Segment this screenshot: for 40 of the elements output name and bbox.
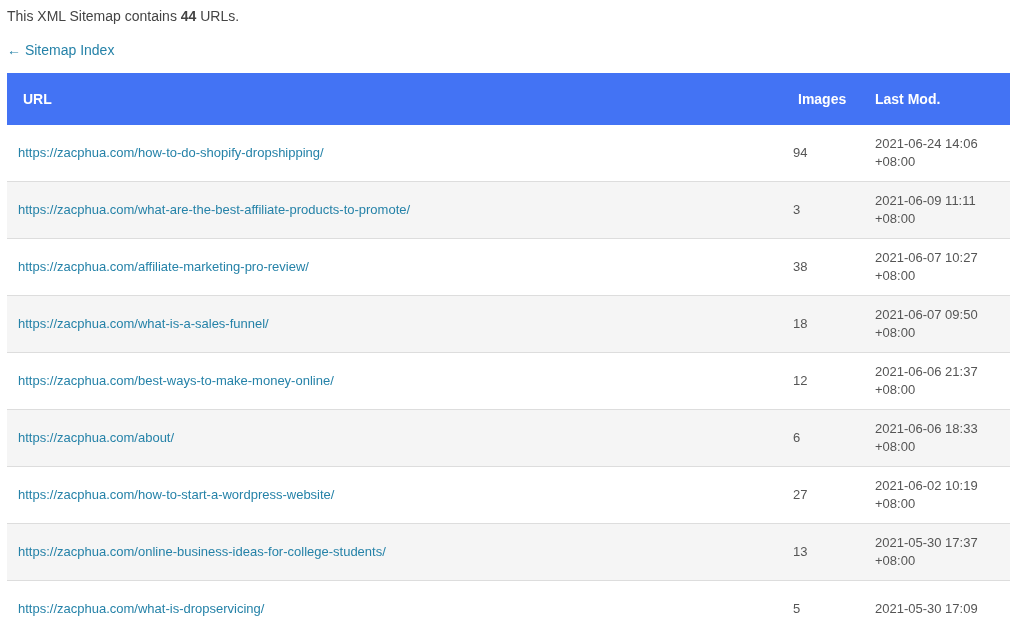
column-header: Images	[798, 91, 847, 107]
last-modified-text: 2021-06-09 11:11	[875, 192, 977, 210]
image-count: 12	[793, 373, 808, 388]
url-link[interactable]: https://zacphua.com/how-to-start-a-wordpress-website/	[18, 487, 335, 502]
image-count: 94	[793, 145, 808, 160]
url-link[interactable]: https://zacphua.com/what-are-the-best-affiliate-products-to-promote/	[18, 202, 411, 217]
last-modified-text: +08:00	[875, 153, 917, 171]
column-header: Last Mod.	[875, 91, 941, 107]
image-count: 18	[793, 316, 808, 331]
url-link[interactable]: https://zacphua.com/what-is-a-sales-funnel/	[18, 316, 269, 331]
image-count: 13	[793, 544, 808, 559]
last-modified-text: +08:00	[875, 267, 917, 285]
sitemap-index-link[interactable]: ← Sitemap Index	[7, 42, 115, 58]
last-modified-text: +08:00	[875, 210, 917, 228]
last-modified-text: 2021-06-02 10:19	[875, 477, 979, 495]
url-link[interactable]: https://zacphua.com/what-is-dropservicing/	[18, 601, 265, 616]
last-modified-text: +08:00	[875, 324, 917, 342]
last-modified-text: 2021-06-24 14:06	[875, 135, 979, 153]
image-count: 27	[793, 487, 808, 502]
url-link[interactable]: https://zacphua.com/online-business-ideas-for-college-students/	[18, 544, 386, 559]
column-header: URL	[23, 91, 52, 107]
last-modified-text: 2021-06-06 18:33	[875, 420, 979, 438]
last-modified-text: 2021-06-06 21:37	[875, 363, 979, 381]
last-modified-text: +08:00	[875, 438, 917, 456]
image-count: 38	[793, 259, 808, 274]
last-modified-text: 2021-05-30 17:37	[875, 534, 979, 552]
last-modified-text: +08:00	[875, 552, 917, 570]
image-count: 6	[793, 430, 801, 445]
last-modified-text: 2021-05-30 17:09	[875, 600, 979, 617]
image-count: 3	[793, 202, 801, 217]
url-link[interactable]: https://zacphua.com/affiliate-marketing-pro-review/	[18, 259, 309, 274]
url-link[interactable]: https://zacphua.com/how-to-do-shopify-dropshipping/	[18, 145, 324, 160]
last-modified-text: +08:00	[875, 495, 917, 513]
url-link[interactable]: https://zacphua.com/best-ways-to-make-money-online/	[18, 373, 334, 388]
image-count: 5	[793, 601, 801, 616]
url-link[interactable]: https://zacphua.com/about/	[18, 430, 175, 445]
last-modified-text: 2021-06-07 10:27	[875, 249, 979, 267]
url-count-text: This XML Sitemap contains 44 URLs.	[7, 7, 241, 25]
last-modified-text: 2021-06-07 09:50	[875, 306, 979, 324]
last-modified-text: +08:00	[875, 381, 917, 399]
